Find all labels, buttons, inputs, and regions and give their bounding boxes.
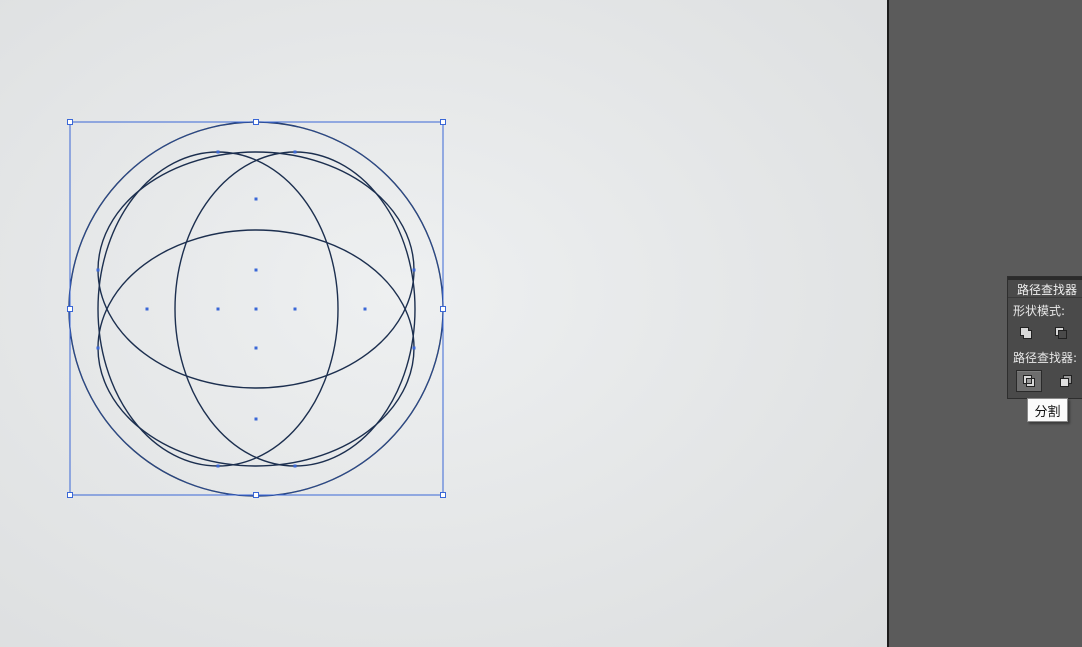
artwork[interactable] xyxy=(0,0,887,647)
panel-separator xyxy=(1008,297,1082,298)
unite-button[interactable] xyxy=(1013,322,1039,344)
trim-icon xyxy=(1060,375,1072,387)
pathfinders-label: 路径查找器: xyxy=(1013,351,1078,365)
handle-bottom-right[interactable] xyxy=(440,492,446,498)
trim-button[interactable] xyxy=(1053,370,1079,392)
divide-button[interactable] xyxy=(1016,370,1042,392)
handle-bottom-left[interactable] xyxy=(67,492,73,498)
handle-top-left[interactable] xyxy=(67,119,73,125)
handle-top-right[interactable] xyxy=(440,119,446,125)
minus-front-button[interactable] xyxy=(1048,322,1074,344)
minus-front-icon xyxy=(1055,327,1067,339)
handle-top-middle[interactable] xyxy=(253,119,259,125)
handle-middle-right[interactable] xyxy=(440,306,446,312)
pathfinder-panel: 路径查找器 形状模式: 路径查找器: xyxy=(1007,276,1082,399)
panel-tab-strip[interactable] xyxy=(1008,277,1082,280)
handle-middle-left[interactable] xyxy=(67,306,73,312)
panel-title[interactable]: 路径查找器 xyxy=(1017,281,1077,298)
divide-tooltip: 分割 xyxy=(1027,398,1068,422)
unite-icon xyxy=(1020,327,1032,339)
handle-bottom-middle[interactable] xyxy=(253,492,259,498)
artboard-canvas[interactable] xyxy=(0,0,887,647)
anchor-points[interactable] xyxy=(96,150,416,468)
shape-modes-label: 形状模式: xyxy=(1013,304,1066,318)
divide-icon xyxy=(1023,375,1035,387)
